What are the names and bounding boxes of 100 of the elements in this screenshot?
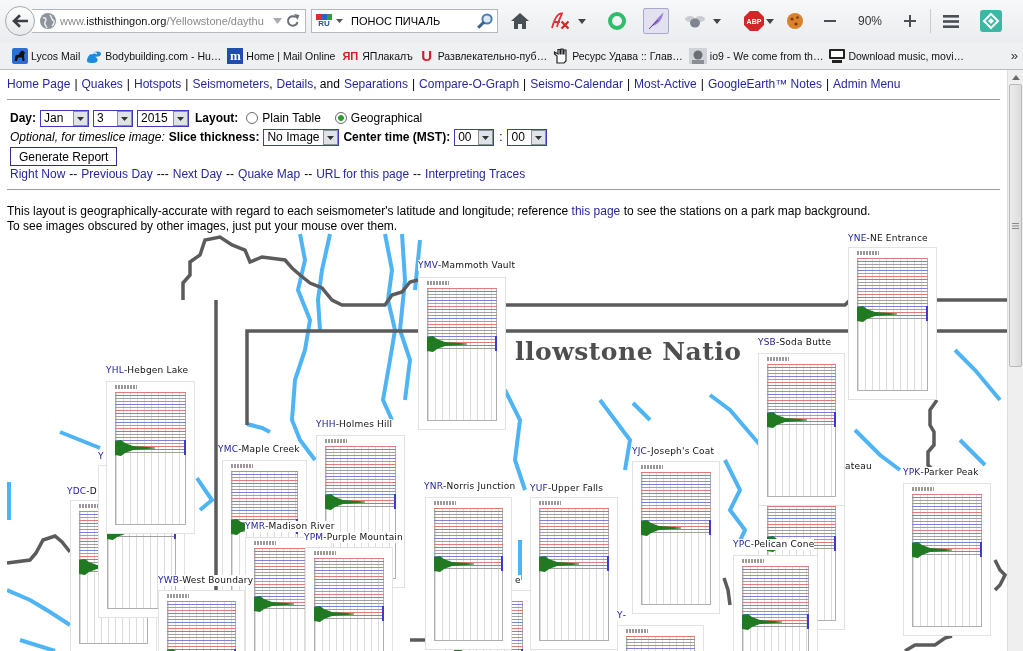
station-code-link[interactable]: YMC — [218, 444, 239, 455]
nav-link[interactable]: Most-Active — [634, 77, 697, 91]
search-icon[interactable] — [477, 13, 493, 29]
reference-link[interactable]: this page — [571, 204, 621, 218]
scrollbar[interactable] — [1007, 70, 1023, 651]
feather-button[interactable] — [643, 8, 669, 34]
date-select[interactable]: 3 — [93, 109, 133, 127]
station-name: -Pelican Cone — [750, 539, 815, 550]
search-field[interactable]: RU ПОНОС ПИЧАЛЬ — [311, 9, 498, 33]
station-code-link[interactable]: YSB — [758, 337, 776, 348]
station-name: -Purple Mountain — [323, 532, 403, 543]
nav-link[interactable]: URL for this page — [316, 167, 410, 181]
bookmark-item[interactable]: ЯП ЯПлакалъ — [341, 47, 413, 64]
station-code-link[interactable]: YJC — [632, 446, 648, 457]
connector-text: , and — [313, 77, 340, 91]
station-name: ateau — [845, 461, 872, 472]
station-code-link[interactable]: YMV — [418, 260, 439, 271]
zoom-level[interactable]: 90% — [858, 14, 883, 28]
separator-text: | — [74, 77, 78, 91]
field-label: Slice thickness: — [168, 130, 260, 144]
station-code-link[interactable]: YDC — [67, 486, 87, 497]
language-code: RU — [318, 20, 330, 28]
station-code-link[interactable]: YHL — [106, 365, 124, 376]
separator-text: -- — [413, 167, 422, 181]
station-code-link[interactable]: YHH — [316, 419, 336, 430]
radio-button[interactable] — [246, 112, 259, 124]
site-logo: U — [420, 47, 434, 64]
station-code-link[interactable]: YNE — [848, 233, 867, 244]
hand-icon — [553, 47, 570, 64]
crossed-letter-icon[interactable] — [550, 12, 570, 30]
nav-link[interactable]: Compare-O-Graph — [419, 77, 520, 91]
back-button[interactable] — [5, 6, 35, 36]
station-name: -Soda Butte — [776, 337, 832, 348]
station-name: e — [515, 575, 521, 586]
nav-link[interactable]: Interpreting Traces — [425, 167, 526, 181]
station-name: -Mammoth Vault — [438, 260, 516, 271]
nav-link[interactable]: Quakes — [81, 77, 123, 91]
bookmark-item[interactable]: U Развлекательно-пуб… — [418, 47, 548, 64]
station-name: -Upper Falls — [547, 483, 604, 494]
bookmark-item[interactable]: Ресурс Удава :: Глав… — [553, 47, 683, 64]
radio-label: Plain Table — [262, 111, 321, 125]
nav-link[interactable]: Hotspots — [134, 77, 182, 91]
station-name: -Joseph's Coat — [647, 446, 715, 457]
diamond-icon[interactable] — [980, 10, 1003, 32]
separator-text: --- — [156, 167, 169, 181]
station-code-link[interactable]: Y — [98, 451, 104, 462]
globe-icon — [40, 13, 56, 29]
radio-label: Geographical — [350, 111, 423, 125]
scrollbar-thumb[interactable] — [1009, 84, 1022, 367]
address-field[interactable]: www.isthisthingon.org/Yellowstone/daythu — [32, 9, 306, 33]
intro-text: This layout is geographically-accurate with regard to each seismometer's latitude and longitude; reference this page to see the stations on a park map background. — [7, 204, 872, 219]
station-code-link[interactable]: Y — [617, 610, 623, 621]
nav-link[interactable]: Separations — [343, 77, 408, 91]
bookmark-item[interactable]: Bodybuilding.com - Hu… — [86, 48, 222, 63]
menu-icon[interactable] — [943, 14, 960, 28]
field-label: Day: — [10, 111, 36, 125]
minute-select[interactable]: 00 — [507, 128, 548, 146]
caret-icon[interactable] — [336, 19, 343, 23]
station-code-link[interactable]: YWB — [158, 575, 180, 586]
bookmark-item[interactable]: Lycos Mail — [12, 47, 81, 64]
nav-link[interactable]: Admin Menu — [833, 77, 901, 91]
date-select[interactable]: Jan — [40, 109, 89, 127]
generate-report-button[interactable]: Generate Report — [10, 147, 118, 166]
more-bookmarks-button[interactable]: » — [1010, 48, 1018, 63]
nav-link[interactable]: GoogleEarth™ Notes — [707, 77, 822, 91]
reload-icon[interactable] — [286, 14, 300, 28]
hour-select[interactable]: 00 — [454, 128, 495, 146]
station-code-link[interactable]: YUF — [530, 483, 548, 494]
station-name: -Holmes Hill — [335, 419, 393, 430]
caret-icon[interactable] — [766, 18, 774, 24]
caret-icon[interactable] — [578, 18, 586, 24]
separator-text: | — [126, 77, 130, 91]
nav-link[interactable]: Seismo-Calendar — [530, 77, 623, 91]
station-code-link[interactable]: YNR — [424, 481, 444, 492]
nav-link[interactable]: Home Page — [7, 77, 71, 91]
bookmark-item[interactable]: io9 - We come from th… — [688, 47, 824, 64]
cookie-icon[interactable] — [787, 13, 803, 29]
nav-link[interactable]: Next Day — [172, 167, 223, 181]
nav-link[interactable]: Right Now — [10, 167, 66, 181]
home-icon[interactable] — [511, 13, 529, 29]
search-query: ПОНОС ПИЧАЛЬ — [351, 15, 442, 27]
bug-icon[interactable] — [685, 14, 705, 28]
date-select[interactable]: 2015 — [137, 109, 189, 127]
caret-icon[interactable] — [713, 18, 721, 24]
thickness-select[interactable]: No Image — [263, 128, 340, 146]
field-label: Layout: — [195, 111, 239, 125]
station-code-link[interactable]: YPK — [903, 467, 921, 478]
station-code-link[interactable]: YPM — [304, 532, 324, 543]
separator-text: | — [185, 77, 189, 91]
nav-link[interactable]: Previous Day — [81, 167, 153, 181]
radio-button[interactable] — [334, 112, 347, 124]
zoom-in-icon[interactable] — [904, 15, 917, 27]
bookmark-item[interactable]: m Home | Mail Online — [227, 47, 336, 64]
scroll-up-arrow-icon[interactable] — [1011, 74, 1020, 80]
nav-link[interactable]: Quake Map — [238, 167, 301, 181]
station-name: -Maple Creek — [238, 444, 300, 455]
station-code-link[interactable]: YMR — [245, 521, 266, 532]
bookmark-item[interactable]: Download music, movi… — [829, 48, 964, 63]
station-code-link[interactable]: YPC — [733, 539, 751, 550]
picture-icon — [688, 47, 707, 64]
